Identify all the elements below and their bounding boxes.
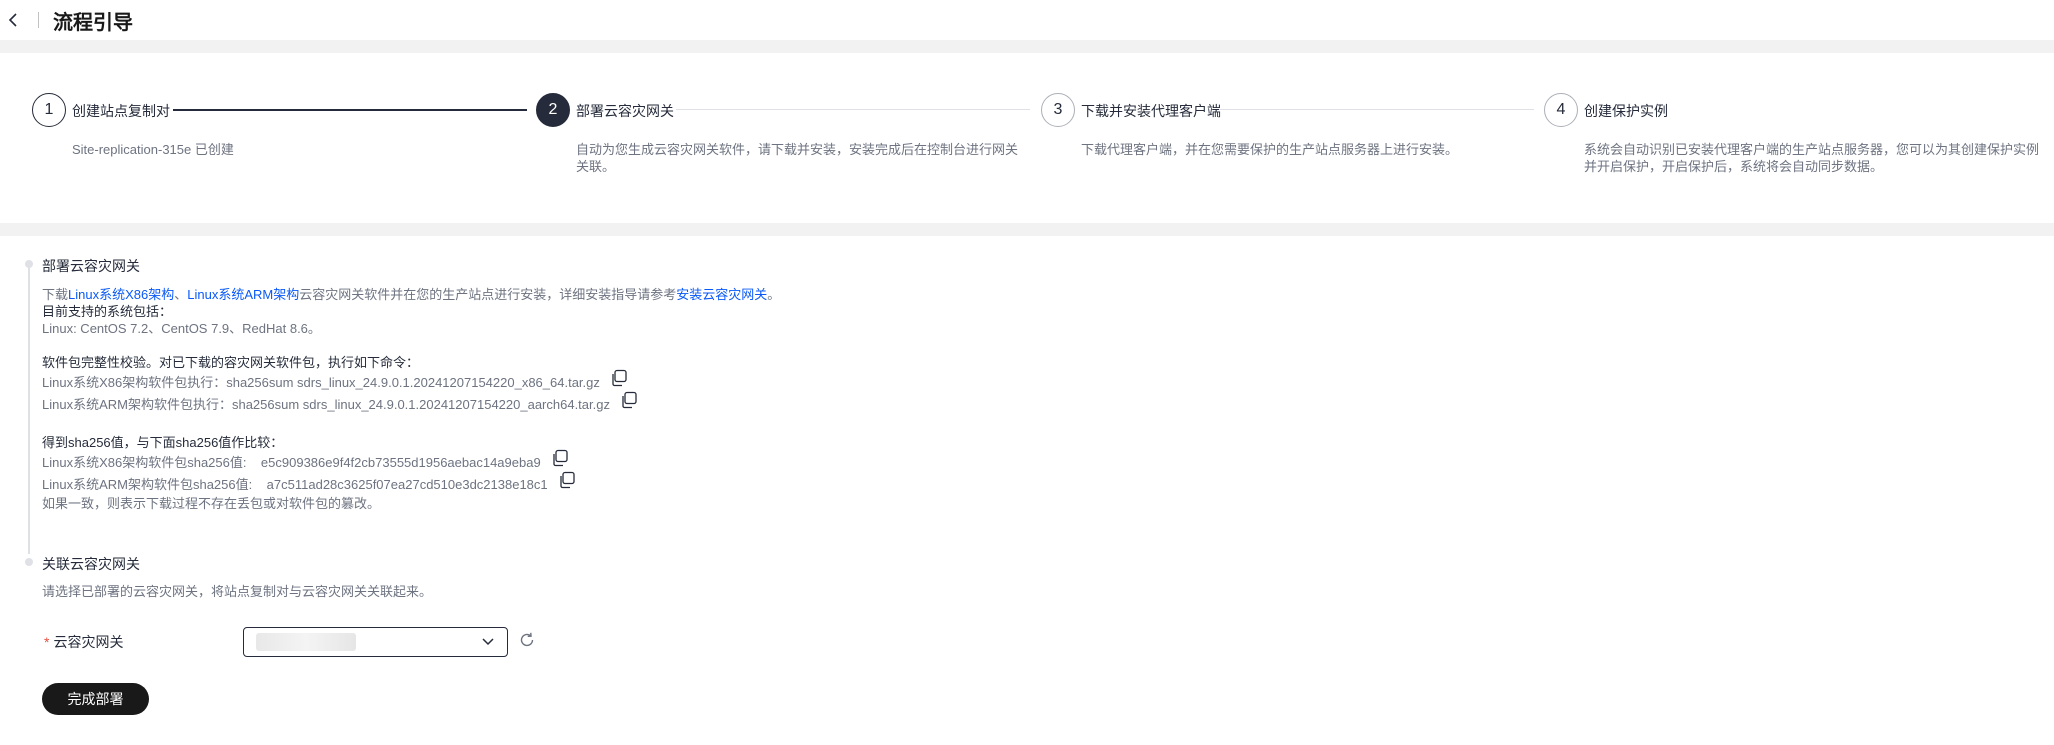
copy-icon[interactable]	[610, 369, 628, 387]
back-button[interactable]	[4, 10, 24, 30]
link-linux-arm[interactable]: Linux系统ARM架构	[187, 287, 299, 302]
sha-x86-row: Linux系统X86架构软件包sha256值: e5c909386e9f4f2c…	[42, 449, 1442, 473]
page-header: 流程引导	[0, 0, 2054, 40]
link-linux-x86[interactable]: Linux系统X86架构	[68, 287, 174, 302]
verify-block: 软件包完整性校验。对已下载的容灾网关软件包，执行如下命令： Linux系统X86…	[42, 354, 1442, 415]
header-divider	[38, 12, 39, 28]
text: 、	[174, 287, 188, 302]
gateway-select[interactable]	[243, 627, 508, 657]
text: 云容灾网关软件并在您的生产站点进行安装，详细安装指导请参考	[299, 287, 677, 302]
step-4: 4 创建保护实例 系统会自动识别已安装代理客户端的生产站点服务器，您可以为其创建…	[1544, 93, 2054, 193]
page-title: 流程引导	[53, 11, 133, 34]
copy-icon[interactable]	[551, 449, 569, 467]
required-mark: *	[44, 634, 50, 650]
text: 下载	[42, 287, 69, 302]
step-3: 3 下载并安装代理客户端 下载代理客户端，并在您需要保护的生产站点服务器上进行安…	[1041, 93, 1541, 193]
timeline-dot	[25, 558, 33, 566]
step-number: 3	[1041, 93, 1075, 127]
step-desc: 系统会自动识别已安装代理客户端的生产站点服务器，您可以为其创建保护实例并开启保护…	[1584, 142, 2040, 174]
verify-title: 软件包完整性校验。对已下载的容灾网关软件包，执行如下命令：	[42, 355, 420, 370]
cmd-arm-text: Linux系统ARM架构软件包执行：sha256sum sdrs_linux_2…	[42, 396, 610, 412]
section-title-deploy: 部署云容灾网关	[42, 258, 140, 274]
cmd-arm-row: Linux系统ARM架构软件包执行：sha256sum sdrs_linux_2…	[42, 391, 1442, 415]
step-title: 下载并安装代理客户端	[1081, 103, 1221, 119]
field-label-text: 云容灾网关	[53, 634, 124, 650]
step-title: 部署云容灾网关	[576, 103, 674, 119]
step-number: 2	[536, 93, 570, 127]
step-title: 创建站点复制对	[72, 103, 170, 119]
step-number: 4	[1544, 93, 1578, 127]
sha-arm-row: Linux系统ARM架构软件包sha256值: a7c511ad28c3625f…	[42, 471, 1442, 495]
steps-card: 1 创建站点复制对 Site-replication-315e 已创建 2 部署…	[0, 53, 2054, 223]
deploy-content-card: 部署云容灾网关 下载Linux系统X86架构、Linux系统ARM架构云容灾网关…	[0, 236, 2054, 745]
section-title-associate: 关联云容灾网关	[42, 556, 140, 572]
step-1: 1 创建站点复制对 Site-replication-315e 已创建	[32, 93, 532, 193]
timeline-dot	[25, 260, 33, 268]
cmd-x86-row: Linux系统X86架构软件包执行：sha256sum sdrs_linux_2…	[42, 369, 1442, 393]
step-title: 创建保护实例	[1584, 103, 1668, 119]
gateway-select-value	[256, 633, 356, 651]
refresh-icon	[520, 632, 534, 647]
step-desc: 下载代理客户端，并在您需要保护的生产站点服务器上进行安装。	[1081, 142, 1459, 157]
step-2: 2 部署云容灾网关 自动为您生成云容灾网关软件，请下载并安装，安装完成后在控制台…	[536, 93, 1036, 193]
step-number: 1	[32, 93, 66, 127]
chevron-left-icon	[8, 13, 17, 27]
step-desc: 自动为您生成云容灾网关软件，请下载并安装，安装完成后在控制台进行网关关联。	[576, 142, 1019, 174]
step-connector-done	[173, 109, 527, 111]
timeline-line	[28, 264, 30, 554]
link-install-guide[interactable]: 安装云容灾网关	[676, 287, 767, 302]
deploy-instructions: 下载Linux系统X86架构、Linux系统ARM架构云容灾网关软件并在您的生产…	[42, 286, 1442, 337]
associate-desc: 请选择已部署的云容灾网关，将站点复制对与云容灾网关关联起来。	[42, 584, 433, 599]
gateway-field-label: * 云容灾网关	[44, 632, 123, 652]
step-desc: Site-replication-315e 已创建	[72, 142, 234, 157]
finish-deploy-button[interactable]: 完成部署	[42, 683, 149, 715]
cmd-x86-text: Linux系统X86架构软件包执行：sha256sum sdrs_linux_2…	[42, 374, 600, 390]
copy-icon[interactable]	[558, 471, 576, 489]
refresh-button[interactable]	[518, 631, 536, 649]
step-connector	[676, 109, 1030, 110]
sha-compare-block: 得到sha256值，与下面sha256值作比较： Linux系统X86架构软件包…	[42, 434, 1442, 512]
consistency-note: 如果一致，则表示下载过程不存在丢包或对软件包的篡改。	[42, 496, 381, 511]
compare-title: 得到sha256值，与下面sha256值作比较：	[42, 435, 284, 450]
text: 。	[767, 287, 781, 302]
step-connector	[1219, 109, 1534, 110]
sha-arm-text: Linux系统ARM架构软件包sha256值: a7c511ad28c3625f…	[42, 476, 548, 492]
sha-x86-text: Linux系统X86架构软件包sha256值: e5c909386e9f4f2c…	[42, 454, 541, 470]
supported-title: 目前支持的系统包括：	[42, 304, 173, 319]
supported-list: Linux: CentOS 7.2、CentOS 7.9、RedHat 8.6。	[42, 321, 321, 336]
chevron-down-icon	[482, 638, 494, 646]
copy-icon[interactable]	[620, 391, 638, 409]
